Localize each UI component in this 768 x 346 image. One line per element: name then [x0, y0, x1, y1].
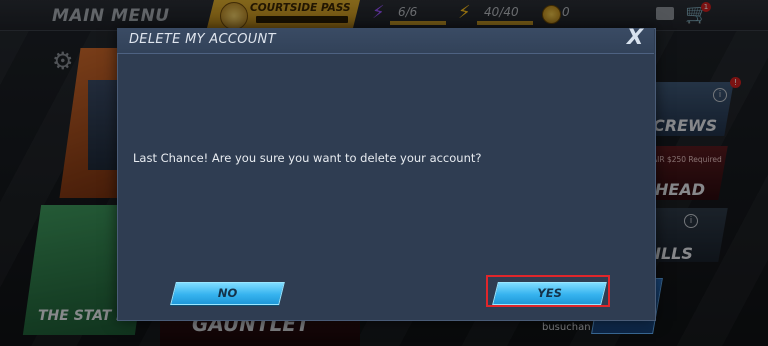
yes-button-highlight	[486, 275, 610, 307]
no-button[interactable]: NO	[170, 282, 285, 305]
dialog-title: DELETE MY ACCOUNT	[129, 32, 276, 47]
close-icon[interactable]: X	[627, 25, 643, 49]
dialog-message: Last Chance! Are you sure you want to de…	[133, 151, 482, 165]
no-button-label: NO	[217, 286, 238, 300]
